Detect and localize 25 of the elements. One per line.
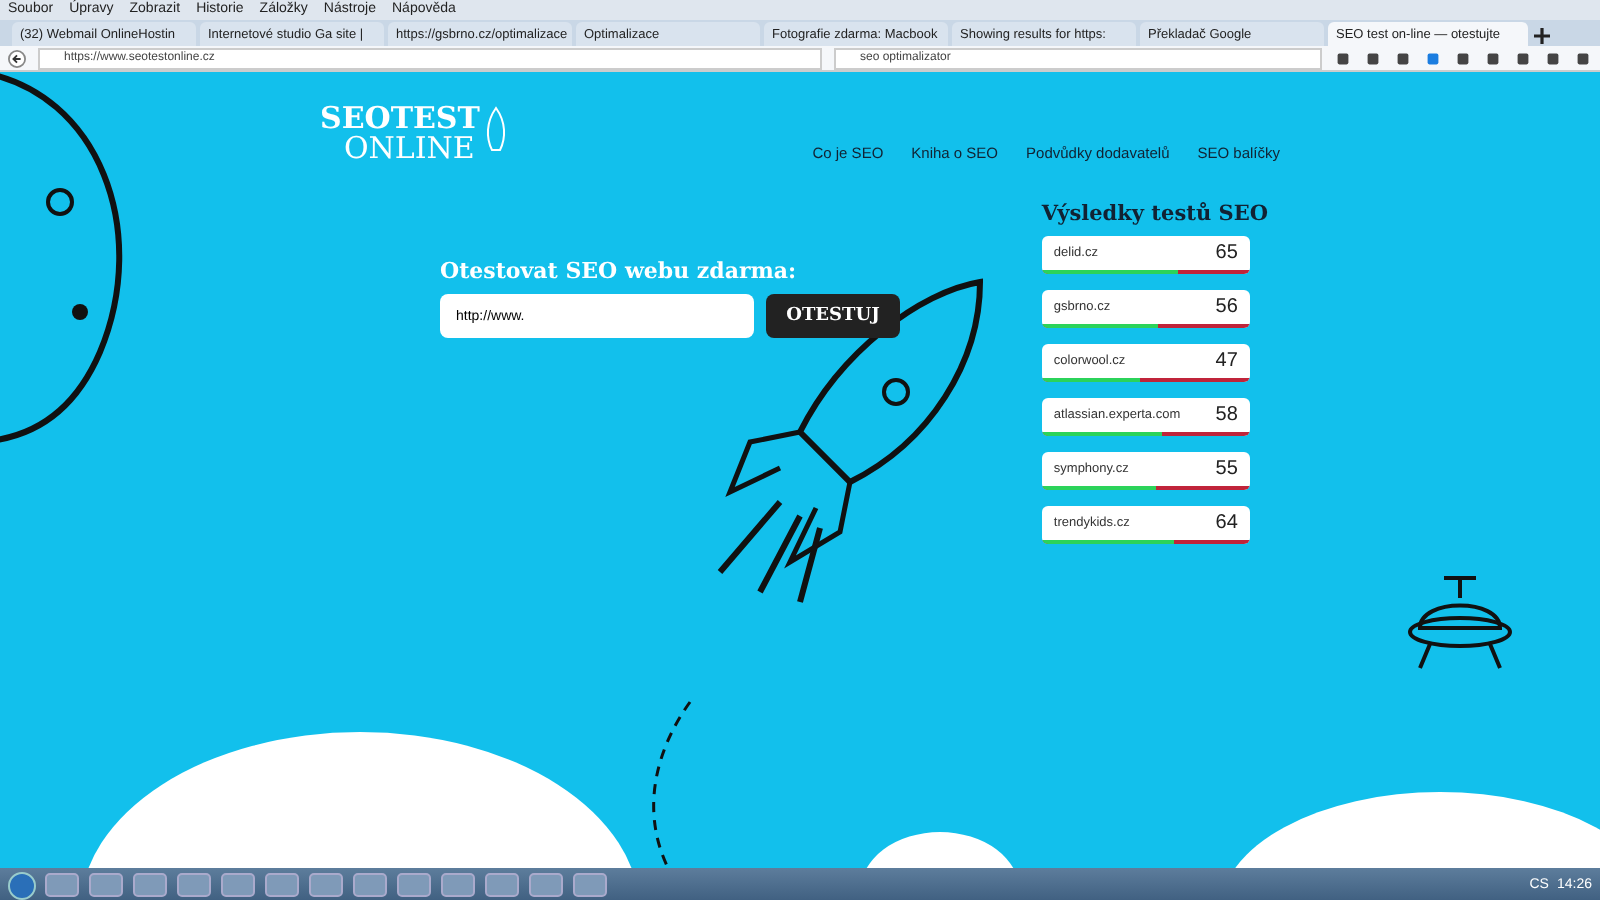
taskbar-app-icon[interactable] [528, 872, 564, 898]
score: 58 [1215, 404, 1238, 426]
taskbar-app-icon[interactable] [440, 872, 476, 898]
new-tab-icon[interactable] [1532, 26, 1552, 46]
taskbar-app-icon[interactable] [88, 872, 124, 898]
taskbar-app-icon[interactable] [176, 872, 212, 898]
taskbar-app-icon[interactable] [132, 872, 168, 898]
test-button[interactable]: OTESTUJ [766, 294, 900, 338]
taskbar-app-icon[interactable] [572, 872, 608, 898]
taskbar-app-icon[interactable] [308, 872, 344, 898]
results-heading: Výsledky testů SEO [1041, 202, 1268, 226]
score: 64 [1215, 512, 1238, 534]
taskbar-app-icon[interactable] [484, 872, 520, 898]
taskbar-app-icon[interactable] [264, 872, 300, 898]
start-button[interactable] [8, 871, 36, 899]
taskbar-app-icon[interactable] [396, 872, 432, 898]
taskbar-app-icon[interactable] [220, 872, 256, 898]
score: 55 [1215, 458, 1238, 480]
form-heading: Otestovat SEO webu zdarma: [440, 258, 799, 284]
score: 56 [1215, 296, 1238, 318]
taskbar-app-icon[interactable] [352, 872, 388, 898]
score: 65 [1215, 242, 1238, 264]
score: 47 [1215, 350, 1238, 372]
taskbar-app-icon[interactable] [44, 872, 80, 898]
back-icon[interactable] [8, 49, 26, 67]
